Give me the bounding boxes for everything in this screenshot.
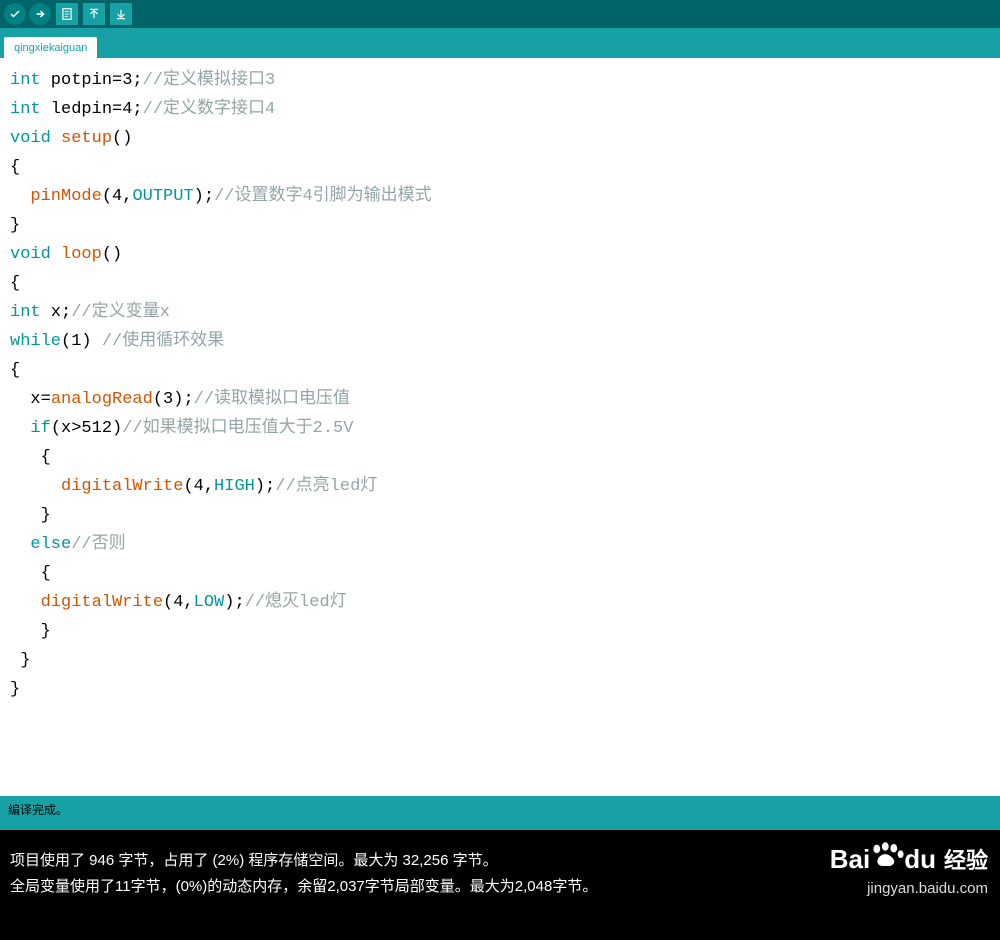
console-output: Baidu 经验 jingyan.baidu.com 项目使用了 946 字节，… [0,830,1000,940]
status-bar: 编译完成。 [0,796,1000,830]
verify-button[interactable] [4,3,26,25]
upload-button[interactable] [29,3,51,25]
open-button[interactable] [83,3,105,25]
watermark: Baidu 经验 jingyan.baidu.com [830,842,988,902]
paw-icon [870,842,904,868]
tab-sketch[interactable]: qingxiekaiguan [4,37,97,58]
toolbar [0,0,1000,28]
arrow-up-icon [87,7,101,21]
file-icon [60,7,74,21]
tab-bar: qingxiekaiguan [0,28,1000,58]
arrow-right-icon [34,8,46,20]
save-button[interactable] [110,3,132,25]
code-editor[interactable]: int potpin=3;//定义模拟接口3int ledpin=4;//定义数… [0,58,1000,796]
check-icon [9,8,21,20]
arrow-down-icon [114,7,128,21]
new-button[interactable] [56,3,78,25]
